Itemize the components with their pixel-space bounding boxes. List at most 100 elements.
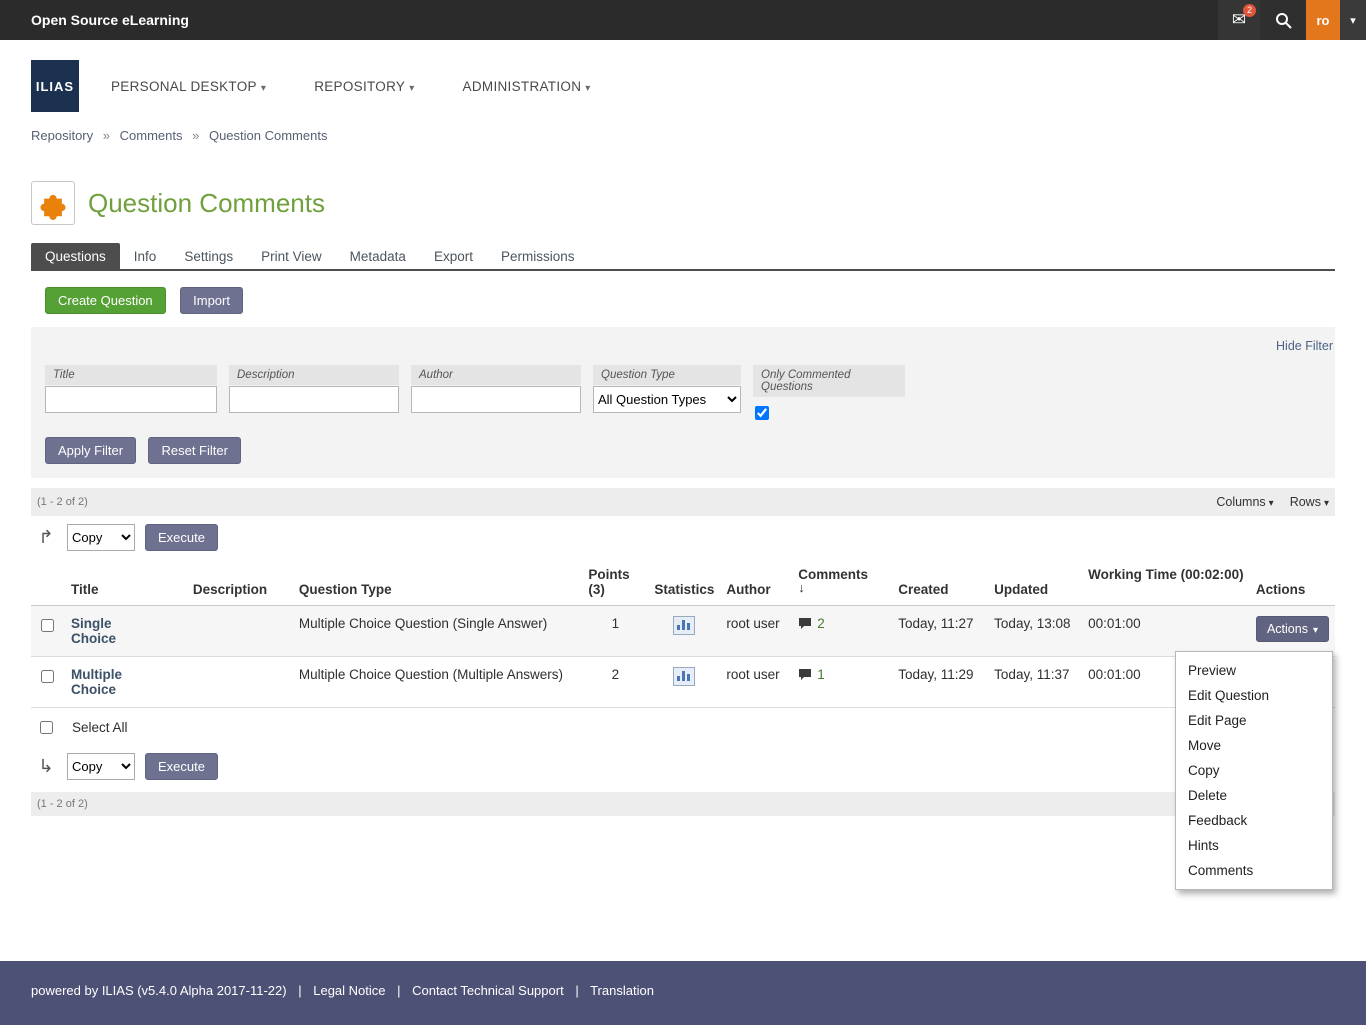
- nav-administration[interactable]: ADMINISTRATION▾: [463, 79, 591, 94]
- filter-author-input[interactable]: [411, 386, 581, 413]
- search-button[interactable]: [1260, 0, 1306, 40]
- bulk-action-select-bottom[interactable]: Copy: [67, 753, 135, 780]
- menu-item-preview[interactable]: Preview: [1176, 658, 1332, 683]
- question-created: Today, 11:27: [892, 606, 988, 657]
- statistics-button[interactable]: [673, 616, 695, 635]
- ilias-logo[interactable]: ILIAS: [31, 60, 79, 112]
- user-avatar-button[interactable]: ro: [1306, 0, 1340, 40]
- breadcrumb-separator: »: [103, 128, 110, 143]
- caret-down-icon: ▾: [409, 83, 414, 94]
- result-range-bottom: (1 - 2 of 2): [31, 792, 1335, 816]
- question-author: root user: [720, 606, 792, 657]
- row-checkbox[interactable]: [41, 619, 54, 632]
- filter-description-input[interactable]: [229, 386, 399, 413]
- caret-down-icon: ▾: [1350, 14, 1356, 27]
- filter-question-type-select[interactable]: All Question Types: [593, 386, 741, 413]
- user-menu-caret[interactable]: ▾: [1340, 0, 1366, 40]
- tab-settings[interactable]: Settings: [170, 243, 247, 269]
- question-type: Multiple Choice Question (Multiple Answe…: [293, 657, 583, 708]
- column-header-question-type[interactable]: Question Type: [293, 559, 583, 606]
- row-checkbox[interactable]: [41, 670, 54, 683]
- column-header-working-time[interactable]: Working Time (00:02:00): [1082, 559, 1250, 606]
- execute-button-top[interactable]: Execute: [145, 524, 218, 551]
- menu-item-delete[interactable]: Delete: [1176, 783, 1332, 808]
- footer-link-translation[interactable]: Translation: [590, 983, 654, 998]
- import-button[interactable]: Import: [180, 287, 243, 314]
- mail-button[interactable]: ✉ 2: [1218, 0, 1260, 40]
- title-bar: Question Comments: [0, 147, 1366, 243]
- execute-button-bottom[interactable]: Execute: [145, 753, 218, 780]
- tab-print-view[interactable]: Print View: [247, 243, 336, 269]
- tab-export[interactable]: Export: [420, 243, 487, 269]
- comments-link[interactable]: 1: [798, 667, 886, 682]
- column-header-comments[interactable]: Comments ↓: [792, 559, 892, 606]
- menu-item-edit-page[interactable]: Edit Page: [1176, 708, 1332, 733]
- filter-only-commented-checkbox[interactable]: [755, 406, 769, 420]
- apply-to-selection-up-icon: ↱: [35, 527, 57, 548]
- bar-chart-icon: [676, 669, 692, 682]
- menu-item-edit-question[interactable]: Edit Question: [1176, 683, 1332, 708]
- reset-filter-button[interactable]: Reset Filter: [148, 437, 240, 464]
- create-question-button[interactable]: Create Question: [45, 287, 166, 314]
- search-icon: [1275, 12, 1292, 29]
- column-header-select: [31, 559, 65, 606]
- breadcrumb-comments[interactable]: Comments: [120, 128, 183, 143]
- footer-link-contact-support[interactable]: Contact Technical Support: [412, 983, 564, 998]
- column-header-author[interactable]: Author: [720, 559, 792, 606]
- breadcrumb-repository[interactable]: Repository: [31, 128, 93, 143]
- tab-permissions[interactable]: Permissions: [487, 243, 589, 269]
- mail-badge: 2: [1243, 4, 1256, 17]
- footer-link-legal-notice[interactable]: Legal Notice: [313, 983, 385, 998]
- spacer: [0, 816, 1366, 961]
- row-actions-button[interactable]: Actions▾: [1256, 616, 1329, 642]
- column-header-updated[interactable]: Updated: [988, 559, 1082, 606]
- question-working-time: 00:01:00: [1082, 606, 1250, 657]
- statistics-button[interactable]: [673, 667, 695, 686]
- select-all-checkbox[interactable]: [40, 721, 53, 734]
- page: Open Source eLearning ✉ 2 ro ▾ ILIAS PER…: [0, 0, 1366, 1025]
- bulk-actions-top: ↱ Copy Execute: [31, 516, 1335, 559]
- breadcrumb-question-comments[interactable]: Question Comments: [209, 128, 328, 143]
- column-header-points[interactable]: Points (3): [582, 559, 648, 606]
- tab-info[interactable]: Info: [120, 243, 171, 269]
- question-points: 1: [582, 606, 648, 657]
- nav-repository[interactable]: REPOSITORY▾: [314, 79, 414, 94]
- comment-bubble-icon: [798, 617, 812, 630]
- result-range: (1 - 2 of 2): [37, 496, 88, 508]
- menu-item-hints[interactable]: Hints: [1176, 833, 1332, 858]
- page-title: Question Comments: [88, 188, 325, 219]
- caret-down-icon: ▾: [1324, 498, 1329, 509]
- table-row: Single Choice Multiple Choice Question (…: [31, 606, 1335, 657]
- question-title-link[interactable]: Multiple Choice: [71, 667, 122, 697]
- footer: powered by ILIAS (v5.4.0 Alpha 2017-11-2…: [0, 961, 1366, 1025]
- comments-link[interactable]: 2: [798, 616, 886, 631]
- bulk-actions-bottom: ↳ Copy Execute: [31, 745, 1335, 788]
- content: Create Question Import Hide Filter Title…: [31, 271, 1335, 816]
- sort-desc-icon: ↓: [798, 582, 886, 594]
- apply-filter-button[interactable]: Apply Filter: [45, 437, 136, 464]
- tab-metadata[interactable]: Metadata: [336, 243, 420, 269]
- question-author: root user: [720, 657, 792, 708]
- menu-item-feedback[interactable]: Feedback: [1176, 808, 1332, 833]
- menu-item-copy[interactable]: Copy: [1176, 758, 1332, 783]
- topbar: Open Source eLearning ✉ 2 ro ▾: [0, 0, 1366, 40]
- column-header-title[interactable]: Title: [65, 559, 187, 606]
- toolbar: Create Question Import: [31, 271, 1335, 327]
- column-header-description[interactable]: Description: [187, 559, 293, 606]
- rows-dropdown[interactable]: Rows▾: [1290, 495, 1329, 509]
- question-title-link[interactable]: Single Choice: [71, 616, 116, 646]
- nav-personal-desktop[interactable]: PERSONAL DESKTOP▾: [111, 79, 266, 94]
- hide-filter-link[interactable]: Hide Filter: [1276, 339, 1333, 353]
- menu-item-comments[interactable]: Comments: [1176, 858, 1332, 883]
- column-header-created[interactable]: Created: [892, 559, 988, 606]
- question-description: [187, 606, 293, 657]
- columns-dropdown[interactable]: Columns▾: [1216, 495, 1273, 509]
- bulk-action-select-top[interactable]: Copy: [67, 524, 135, 551]
- filter-panel: Hide Filter Title Description Author Que…: [31, 327, 1335, 478]
- tab-questions[interactable]: Questions: [31, 243, 120, 269]
- table-row: Multiple Choice Multiple Choice Question…: [31, 657, 1335, 708]
- tabs-bar: Questions Info Settings Print View Metad…: [31, 243, 1335, 271]
- menu-item-move[interactable]: Move: [1176, 733, 1332, 758]
- filter-title-input[interactable]: [45, 386, 217, 413]
- powered-by-text: powered by ILIAS (v5.4.0 Alpha 2017-11-2…: [31, 983, 287, 998]
